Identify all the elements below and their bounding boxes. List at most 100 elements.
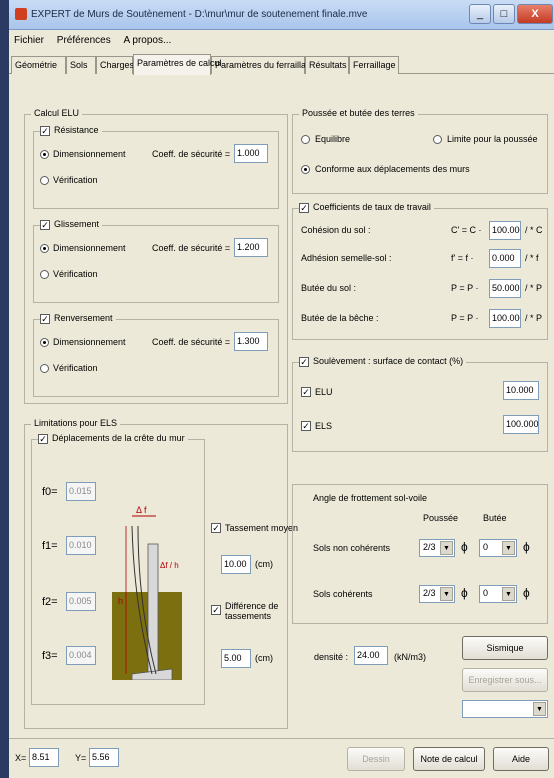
poussee-coherents-value: 2/3 — [423, 588, 436, 598]
deplacement-label: Déplacements de la crête du mur — [38, 433, 188, 443]
tab-resultats[interactable]: Résultats — [305, 56, 349, 74]
f3-label: f3= — [42, 650, 58, 662]
cohesion-input[interactable]: 100.000 — [489, 221, 521, 240]
chevron-down-icon[interactable]: ▼ — [440, 541, 453, 555]
chevron-down-icon[interactable]: ▼ — [533, 702, 546, 716]
tassement-moyen-label: Tassement moyen — [225, 523, 299, 533]
note-calcul-button[interactable]: Note de calcul — [413, 747, 485, 771]
tab-geometrie[interactable]: Géométrie — [11, 56, 66, 74]
butee-non-coherents-select[interactable]: 0 ▼ — [479, 539, 517, 557]
limite-poussee-label: Limite pour la poussée — [447, 134, 538, 144]
group-calcul-elu: Calcul ELU Résistance ✓ Dimensionnement … — [24, 108, 288, 404]
chevron-down-icon[interactable]: ▼ — [502, 587, 515, 601]
deplacement-checkbox[interactable]: ✓ — [38, 434, 48, 444]
adhesion-input[interactable]: 0.000 — [489, 249, 521, 268]
renversement-coef-input[interactable]: 1.300 — [234, 332, 268, 351]
soulevement-checkbox[interactable]: ✓ — [299, 357, 309, 367]
f1-label: f1= — [42, 540, 58, 552]
menu-apropos[interactable]: A propos... — [119, 30, 177, 51]
group-soulevement: Soulèvement : surface de contact (%) ✓ ✓… — [292, 356, 548, 452]
tassement-moyen-unit: (cm) — [255, 559, 273, 569]
glissement-verif-radio[interactable] — [40, 270, 49, 279]
f3-input[interactable]: 0.004 — [66, 646, 96, 665]
delta-f-h-label: Δf / h — [160, 561, 179, 570]
enregistrer-button[interactable]: Enregistrer sous... — [462, 668, 548, 692]
close-button[interactable]: X — [517, 4, 553, 24]
tab-parametres-calcul[interactable]: Paramètres de calcul — [133, 54, 222, 75]
renversement-checkbox[interactable]: ✓ — [40, 314, 50, 324]
f2-input[interactable]: 0.005 — [66, 592, 96, 611]
tab-ferraillage[interactable]: Ferraillage — [349, 56, 399, 74]
butee-beche-unit: / * P — [525, 313, 543, 323]
soulevement-els-input[interactable]: 100.000 — [503, 415, 539, 434]
x-coord-value: 8.51 — [29, 748, 59, 767]
f2-label: f2= — [42, 596, 58, 608]
soulevement-elu-input[interactable]: 10.000 — [503, 381, 539, 400]
maximize-button[interactable]: □ — [493, 4, 515, 24]
x-coord-label: X= — [15, 753, 27, 763]
tab-charges[interactable]: Charges — [96, 56, 134, 74]
wall-stem — [147, 543, 159, 675]
butee-beche-input[interactable]: 100.000 — [489, 309, 521, 328]
poussee-non-coherents-select[interactable]: 2/3 ▼ — [419, 539, 455, 557]
coefficients-checkbox[interactable]: ✓ — [299, 203, 309, 213]
group-coefficients: Coefficients de taux de travail ✓ Cohési… — [292, 202, 548, 340]
app-window: EXPERT de Murs de Soutènement - D:\mur\m… — [0, 0, 554, 778]
diff-tassement-input[interactable]: 5.00 — [221, 649, 251, 668]
diff-tassement-label: Différence de tassements — [225, 601, 279, 621]
cohesion-sym: C' = C · — [451, 225, 482, 235]
renversement-verif-radio[interactable] — [40, 364, 49, 373]
renversement-dim-radio[interactable] — [40, 338, 49, 347]
tab-parametres-ferraillage[interactable]: Paramètres du ferraillage — [211, 56, 316, 74]
chevron-down-icon[interactable]: ▼ — [440, 587, 453, 601]
group-deplacements: Déplacements de la crête du mur ✓ f0= 0.… — [31, 433, 205, 705]
tab-panel: Calcul ELU Résistance ✓ Dimensionnement … — [14, 74, 550, 734]
glissement-coef-input[interactable]: 1.200 — [234, 238, 268, 257]
soulevement-els-checkbox[interactable]: ✓ — [301, 421, 311, 431]
butee-sol-sym: P = P · — [451, 283, 479, 293]
limite-poussee-radio[interactable] — [433, 135, 442, 144]
butee-beche-label: Butée de la bêche : — [301, 313, 379, 323]
f0-input[interactable]: 0.015 — [66, 482, 96, 501]
conforme-radio[interactable] — [301, 165, 310, 174]
tab-sols[interactable]: Sols — [66, 56, 96, 74]
phi-symbol: ϕ — [523, 540, 530, 554]
menu-preferences[interactable]: Préférences — [52, 30, 116, 51]
equilibre-radio[interactable] — [301, 135, 310, 144]
minimize-button[interactable]: _ — [469, 4, 491, 24]
glissement-dim-radio[interactable] — [40, 244, 49, 253]
densite-input[interactable]: 24.00 — [354, 646, 388, 665]
resistance-coef-input[interactable]: 1.000 — [234, 144, 268, 163]
f1-input[interactable]: 0.010 — [66, 536, 96, 555]
resistance-dim-radio[interactable] — [40, 150, 49, 159]
app-icon — [15, 8, 27, 20]
aide-button[interactable]: Aide — [493, 747, 549, 771]
tassement-moyen-input[interactable]: 10.00 — [221, 555, 251, 574]
title-bar[interactable]: EXPERT de Murs de Soutènement - D:\mur\m… — [9, 0, 554, 30]
glissement-coef-label: Coeff. de sécurité = — [152, 243, 231, 253]
group-resistance: Résistance ✓ Dimensionnement Vérificatio… — [33, 125, 279, 209]
butee-non-coherents-value: 0 — [483, 542, 489, 552]
soulevement-elu-checkbox[interactable]: ✓ — [301, 387, 311, 397]
extra-select[interactable]: ▼ — [462, 700, 548, 718]
conforme-label: Conforme aux déplacements des murs — [315, 164, 470, 174]
sols-non-coherents-label: Sols non cohérents — [313, 543, 391, 553]
sismique-button[interactable]: Sismique — [462, 636, 548, 660]
menu-fichier[interactable]: Fichier — [9, 30, 49, 51]
butee-coherents-value: 0 — [483, 588, 489, 598]
col-butee-label: Butée — [483, 513, 507, 523]
diff-tassement-unit: (cm) — [255, 653, 273, 663]
resistance-verif-radio[interactable] — [40, 176, 49, 185]
resistance-coef-label: Coeff. de sécurité = — [152, 149, 231, 159]
diff-tassement-checkbox[interactable]: ✓ — [211, 605, 221, 615]
dessin-button[interactable]: Dessin — [347, 747, 405, 771]
resistance-checkbox[interactable]: ✓ — [40, 126, 50, 136]
chevron-down-icon[interactable]: ▼ — [502, 541, 515, 555]
poussee-coherents-select[interactable]: 2/3 ▼ — [419, 585, 455, 603]
y-coord-value: 5.56 — [89, 748, 119, 767]
tassement-moyen-checkbox[interactable]: ✓ — [211, 523, 221, 533]
glissement-checkbox[interactable]: ✓ — [40, 220, 50, 230]
butee-coherents-select[interactable]: 0 ▼ — [479, 585, 517, 603]
adhesion-label: Adhésion semelle-sol : — [301, 253, 392, 263]
butee-sol-input[interactable]: 50.000 — [489, 279, 521, 298]
